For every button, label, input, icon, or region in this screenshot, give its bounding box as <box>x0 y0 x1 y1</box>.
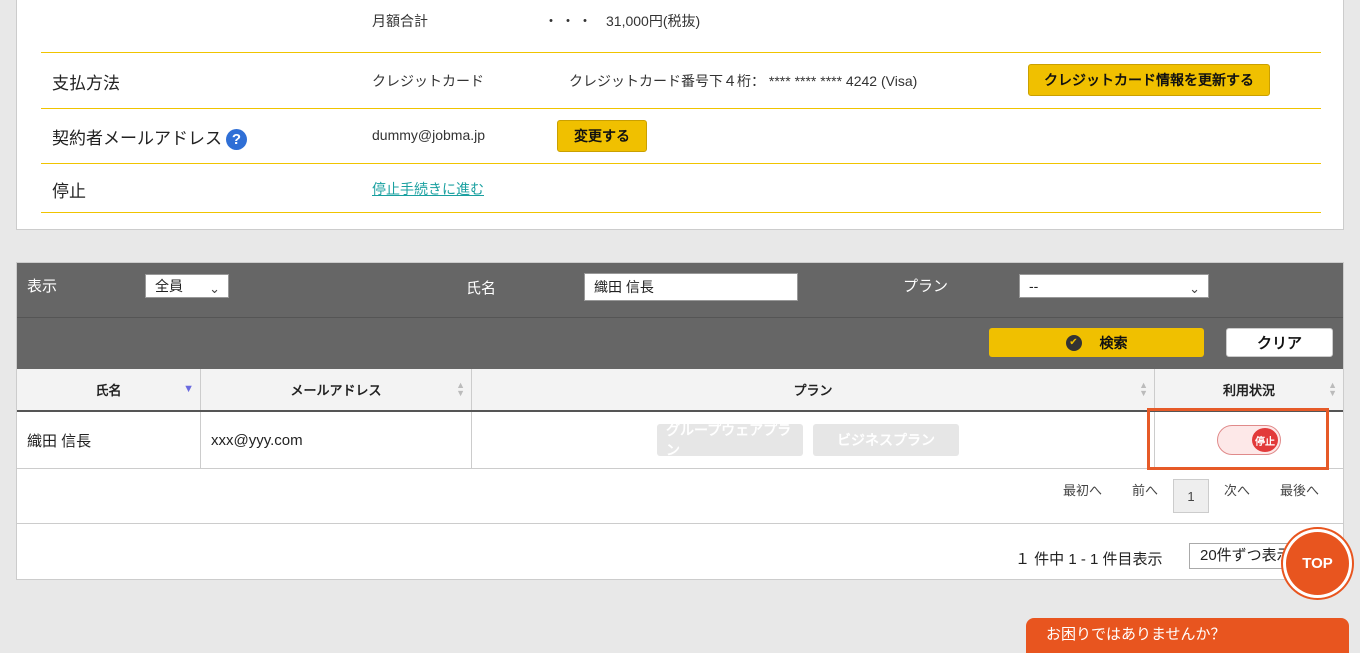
stop-row: 停止 停止手続きに進む <box>41 164 1321 213</box>
column-header-name-label: 氏名 <box>95 383 122 398</box>
pagination-last[interactable]: 最後へ <box>1280 480 1319 499</box>
column-header-plan-label: プラン <box>793 383 833 398</box>
monthly-total-value: 31,000円(税抜) <box>606 13 701 29</box>
pagination-current-page[interactable]: 1 <box>1173 479 1209 513</box>
column-header-status[interactable]: 利用状況 ▲ ▼ <box>1155 369 1343 410</box>
monthly-total-dots: ・・・ <box>544 13 595 29</box>
column-header-status-label: 利用状況 <box>1222 383 1275 398</box>
help-icon[interactable]: ? <box>226 129 247 151</box>
email-label-wrap: 契約者メールアドレス? <box>52 124 247 151</box>
pagination-first[interactable]: 最初へ <box>1063 480 1102 499</box>
monthly-total-label: 月額合計 <box>372 13 428 29</box>
payment-method: クレジットカード <box>372 73 484 89</box>
cell-email: xxx@yyy.com <box>201 412 472 468</box>
update-card-button[interactable]: クレジットカード情報を更新する <box>1028 64 1270 96</box>
display-select[interactable]: 全員 ⌄ <box>145 274 229 298</box>
sort-icon: ▲ ▼ <box>1139 380 1148 398</box>
check-circle-icon: ✔ <box>1065 334 1082 351</box>
help-chat-tab[interactable]: お困りではありませんか？ <box>1026 618 1349 653</box>
cell-name: 織田 信長 <box>17 412 201 468</box>
display-select-value: 全員 <box>155 278 183 294</box>
plan-label: プラン <box>903 278 949 295</box>
stop-procedure-link[interactable]: 停止手続きに進む <box>372 181 484 197</box>
plan-badge: ビジネスプラン <box>813 424 959 456</box>
sort-desc-icon: ▼ <box>183 383 194 395</box>
name-input[interactable]: 織田 信長 <box>584 273 798 301</box>
search-button-label: 検索 <box>1099 334 1128 351</box>
plan-select[interactable]: -- ⌄ <box>1019 274 1209 298</box>
status-highlight-box <box>1147 408 1329 470</box>
plan-badge: グループウェアプラン <box>657 422 803 458</box>
scroll-top-button[interactable]: TOP <box>1286 532 1349 595</box>
stop-link-wrap: 停止手続きに進む <box>372 179 484 199</box>
chevron-down-icon: ⌄ <box>209 281 220 296</box>
email-row: 契約者メールアドレス? dummy@jobma.jp 変更する <box>41 109 1321 164</box>
email-label: 契約者メールアドレス <box>52 129 222 148</box>
payment-row: 支払方法 クレジットカード クレジットカード番号下４桁： **** **** *… <box>41 53 1321 109</box>
sort-icon: ▲ ▼ <box>456 380 465 398</box>
column-header-email-label: メールアドレス <box>290 383 382 398</box>
table-header: 氏名 ▼ メールアドレス ▲ ▼ プラン ▲ ▼ 利用状況 ▲ ▼ <box>17 369 1343 412</box>
column-header-plan[interactable]: プラン ▲ ▼ <box>472 369 1155 410</box>
user-list-panel: 表示 全員 ⌄ 氏名 織田 信長 プラン -- ⌄ ✔ 検索 クリア 氏名 ▼ … <box>16 262 1344 580</box>
stop-label: 停止 <box>52 182 86 201</box>
filter-bar: 表示 全員 ⌄ 氏名 織田 信長 プラン -- ⌄ ✔ 検索 クリア <box>17 263 1343 369</box>
clear-button[interactable]: クリア <box>1226 328 1333 357</box>
payment-label: 支払方法 <box>52 74 120 93</box>
card-info: クレジットカード番号下４桁： **** **** **** 4242 (Visa… <box>569 73 918 89</box>
cell-plan: グループウェアプラン ビジネスプラン <box>472 412 1155 468</box>
plan-select-value: -- <box>1029 278 1039 294</box>
display-label: 表示 <box>27 278 58 295</box>
pagination-prev[interactable]: 前へ <box>1132 480 1158 499</box>
monthly-total-row: 月額合計 ・・・ 31,000円(税抜) <box>41 0 1321 53</box>
result-count: １ 件中 1 - 1 件目表示 <box>1015 551 1163 568</box>
footer-divider <box>17 523 1343 524</box>
email-value: dummy@jobma.jp <box>372 127 486 143</box>
contract-panel: 月額合計 ・・・ 31,000円(税抜) 支払方法 クレジットカード クレジット… <box>16 0 1344 230</box>
filter-divider <box>17 317 1343 318</box>
column-header-name[interactable]: 氏名 ▼ <box>17 369 201 410</box>
search-button[interactable]: ✔ 検索 <box>989 328 1204 357</box>
table-row: 織田 信長 xxx@yyy.com グループウェアプラン ビジネスプラン 停止 <box>17 412 1343 469</box>
change-email-button[interactable]: 変更する <box>557 120 647 152</box>
pagination-next[interactable]: 次へ <box>1224 480 1250 499</box>
name-label: 氏名 <box>466 280 497 297</box>
column-header-email[interactable]: メールアドレス ▲ ▼ <box>201 369 472 410</box>
sort-icon: ▲ ▼ <box>1328 380 1337 398</box>
chevron-down-icon: ⌄ <box>1189 281 1200 296</box>
